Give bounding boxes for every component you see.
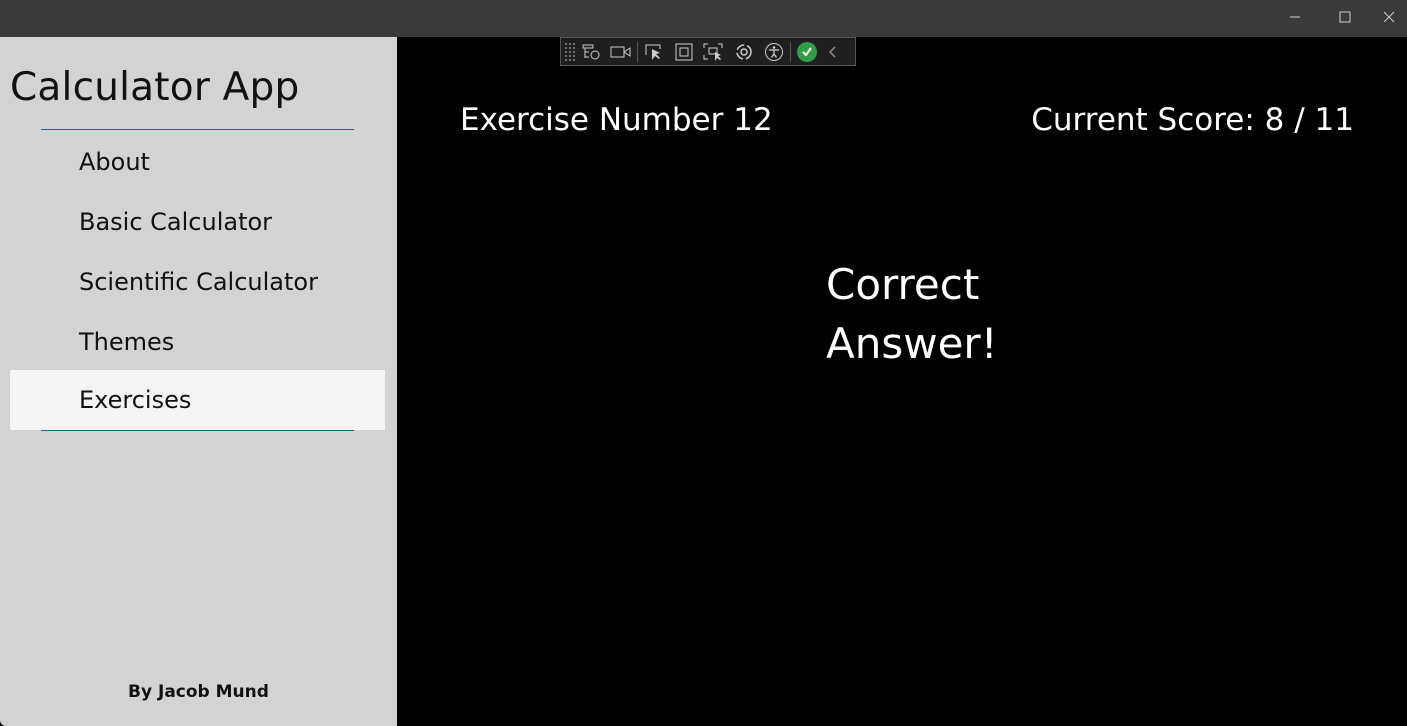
toolbar-separator xyxy=(790,41,791,62)
track-focus-icon xyxy=(703,43,723,61)
toolbar-grip-icon[interactable] xyxy=(564,41,576,62)
exercise-number: Exercise Number 12 xyxy=(460,102,773,138)
nav-item-scientific-calculator[interactable]: Scientific Calculator xyxy=(10,252,385,312)
hot-reload-button[interactable] xyxy=(729,38,759,65)
nav-item-label: Themes xyxy=(79,328,175,356)
select-element-button[interactable] xyxy=(639,38,669,65)
display-layout-adorners-icon xyxy=(675,43,693,60)
display-layout-adorners-button[interactable] xyxy=(669,38,699,65)
nav-item-label: Exercises xyxy=(79,386,192,414)
accessibility-button[interactable] xyxy=(759,38,789,65)
minimize-icon xyxy=(1290,16,1300,18)
nav-item-exercises[interactable]: Exercises xyxy=(10,370,385,430)
debug-toolbar xyxy=(560,37,856,66)
live-visual-tree-icon xyxy=(582,44,600,59)
accessibility-icon xyxy=(765,42,783,61)
nav-divider-bottom xyxy=(41,430,354,431)
check-icon xyxy=(797,41,817,62)
binding-status-button[interactable] xyxy=(792,38,822,65)
hot-reload-icon xyxy=(736,43,752,60)
collapse-toolbar-button[interactable] xyxy=(822,38,844,65)
select-element-icon xyxy=(645,44,661,60)
result-message: Correct Answer! xyxy=(826,260,998,368)
close-button[interactable] xyxy=(1370,0,1407,34)
maximize-button[interactable] xyxy=(1320,0,1370,34)
app-title: Calculator App xyxy=(10,65,300,110)
current-score: Current Score: 8 / 11 xyxy=(1031,102,1354,138)
nav-item-themes[interactable]: Themes xyxy=(10,312,385,372)
record-icon xyxy=(610,46,631,57)
author-credit: By Jacob Mund xyxy=(128,682,269,702)
collapse-chevron-icon xyxy=(829,46,836,57)
minimize-button[interactable] xyxy=(1270,0,1320,34)
record-button[interactable] xyxy=(606,38,636,65)
nav-item-basic-calculator[interactable]: Basic Calculator xyxy=(10,192,385,252)
toolbar-separator xyxy=(637,41,638,62)
title-bar[interactable] xyxy=(0,0,1407,37)
maximize-icon xyxy=(1339,11,1351,23)
nav-item-label: Basic Calculator xyxy=(79,208,273,236)
close-icon xyxy=(1383,11,1394,23)
app-window: Calculator App About Basic Calculator Sc… xyxy=(0,0,1407,726)
nav-item-label: About xyxy=(79,148,150,176)
track-focus-button[interactable] xyxy=(699,38,729,65)
nav-item-about[interactable]: About xyxy=(10,132,385,192)
nav-item-label: Scientific Calculator xyxy=(79,268,318,296)
live-visual-tree-button[interactable] xyxy=(576,38,606,65)
navigation-sidebar: Calculator App About Basic Calculator Sc… xyxy=(0,37,397,726)
nav-divider-top xyxy=(41,129,354,130)
